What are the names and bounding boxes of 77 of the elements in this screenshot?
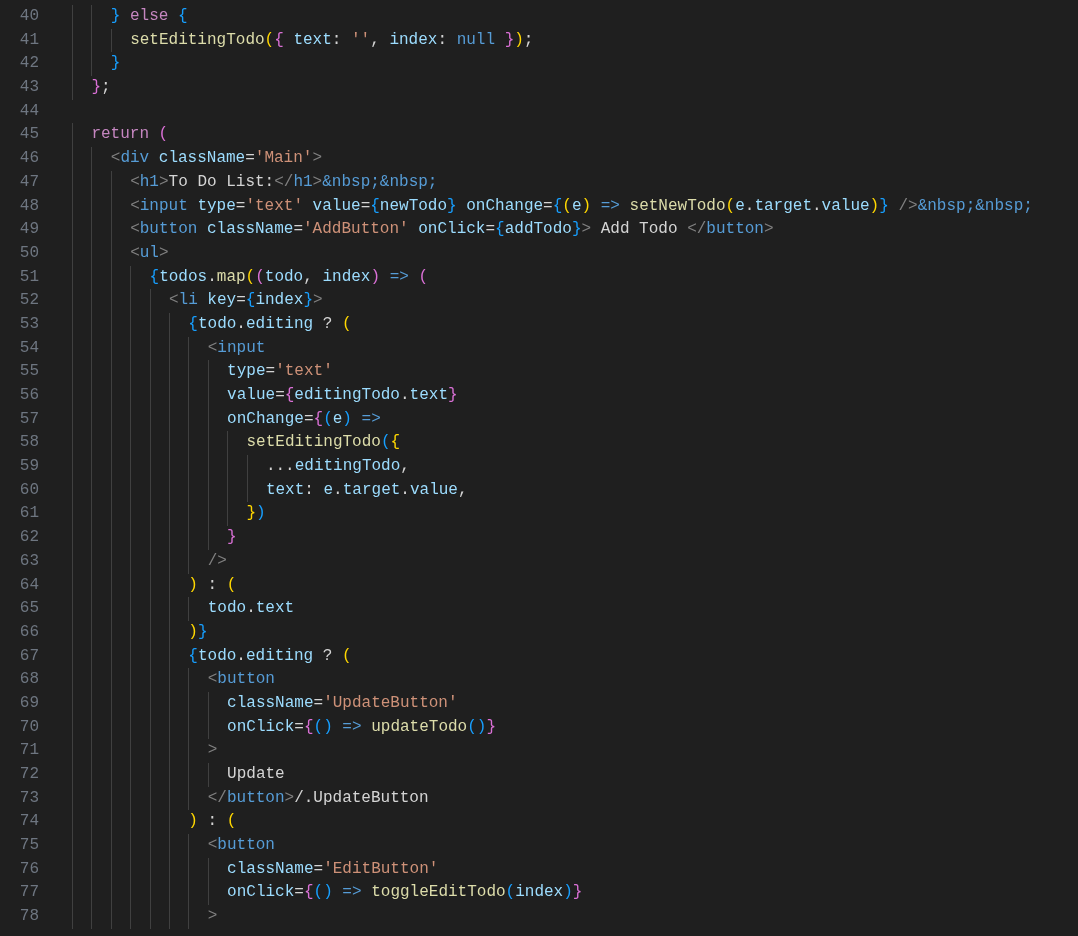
- code-line: {todos.map((todo, index) => (: [149, 266, 429, 288]
- code-line: </button>/.UpdateButton: [207, 787, 429, 809]
- line-number: 53: [18, 313, 39, 335]
- line-number: 48: [18, 195, 39, 217]
- line-number: 75: [18, 835, 39, 857]
- code-line: {todo.editing ? (: [188, 313, 352, 335]
- code-line: type='text': [227, 361, 333, 383]
- code-line: onClick={() => updateTodo()}: [227, 716, 496, 738]
- code-line: Update: [227, 764, 285, 785]
- line-number: 70: [18, 716, 39, 738]
- line-number: 74: [18, 811, 39, 833]
- code-line: ) : (: [188, 811, 237, 833]
- code-line: <button className='AddButton' onClick={addTodo}> Add Todo </button>: [130, 219, 774, 241]
- line-number: 64: [18, 574, 39, 596]
- line-number: 49: [18, 219, 39, 241]
- code-line: ...editingTodo,: [265, 456, 410, 478]
- code-line: setEditingTodo({ text: '', index: null });: [130, 29, 534, 51]
- line-number: 65: [18, 598, 39, 620]
- line-number: 63: [18, 550, 39, 572]
- line-number: 42: [18, 53, 39, 75]
- code-line: };: [91, 77, 111, 99]
- line-number: 68: [18, 669, 39, 691]
- line-number: 55: [18, 361, 39, 383]
- code-line: <h1>To Do List:</h1>&nbsp;&nbsp;: [130, 171, 438, 193]
- line-number: 73: [18, 787, 39, 809]
- code-line: <button: [207, 669, 275, 691]
- code-line: <li key={index}>: [168, 290, 323, 312]
- line-number: 47: [18, 171, 39, 193]
- line-number: 40: [18, 6, 39, 27]
- code-line: >: [207, 906, 218, 928]
- line-number: 41: [18, 29, 39, 51]
- line-number: 78: [18, 906, 39, 928]
- code-line: <ul>: [130, 242, 169, 264]
- line-number: 57: [18, 408, 39, 430]
- code-line: return (: [91, 124, 169, 146]
- line-number: 54: [18, 337, 39, 359]
- line-number: 60: [18, 479, 39, 501]
- line-number: 58: [18, 432, 39, 454]
- line-number: 44: [18, 100, 39, 122]
- code-line: ) : (: [188, 574, 237, 596]
- code-line: }: [227, 527, 237, 549]
- code-line: setEditingTodo({: [246, 432, 401, 454]
- line-number: 50: [18, 242, 39, 264]
- code-line: onChange={(e) =>: [227, 408, 381, 430]
- line-number: 77: [18, 882, 39, 904]
- code-line: <div className='Main'>: [110, 148, 323, 170]
- code-line: )}: [188, 621, 208, 643]
- line-number: 61: [18, 503, 39, 525]
- line-number: 69: [18, 692, 39, 714]
- line-number: 45: [18, 124, 39, 146]
- code-line: }): [246, 503, 266, 525]
- code-line: todo.text: [207, 598, 295, 620]
- line-number: 66: [18, 621, 39, 643]
- code-line: <input type='text' value={newTodo} onChange={(e) => setNewTodo(e.target.value)} />&nbsp;&nbsp;: [130, 195, 1033, 217]
- code-line: text: e.target.value,: [265, 479, 468, 501]
- line-number: 52: [18, 290, 39, 312]
- code-line: className='UpdateButton': [227, 692, 458, 714]
- line-number: 46: [18, 148, 39, 170]
- code-line: />: [207, 550, 227, 572]
- code-line: }: [110, 53, 121, 75]
- line-number: 56: [18, 385, 39, 406]
- code-line: <button: [207, 835, 275, 857]
- line-number: 62: [18, 527, 39, 549]
- code-line: {todo.editing ? (: [188, 645, 352, 667]
- code-line: } else {: [110, 6, 188, 27]
- code-line: className='EditButton': [227, 858, 439, 880]
- line-number: 67: [18, 645, 39, 667]
- code-line: >: [207, 740, 218, 762]
- code-line: onClick={() => toggleEditTodo(index)}: [227, 882, 583, 904]
- line-number: 59: [18, 456, 39, 478]
- line-number: 71: [18, 740, 39, 762]
- line-number: 72: [18, 764, 39, 785]
- line-number: 51: [18, 266, 39, 288]
- code-line: value={editingTodo.text}: [227, 385, 458, 406]
- line-number: 43: [18, 77, 39, 99]
- line-number: 76: [18, 858, 39, 880]
- code-line: <input: [207, 337, 266, 359]
